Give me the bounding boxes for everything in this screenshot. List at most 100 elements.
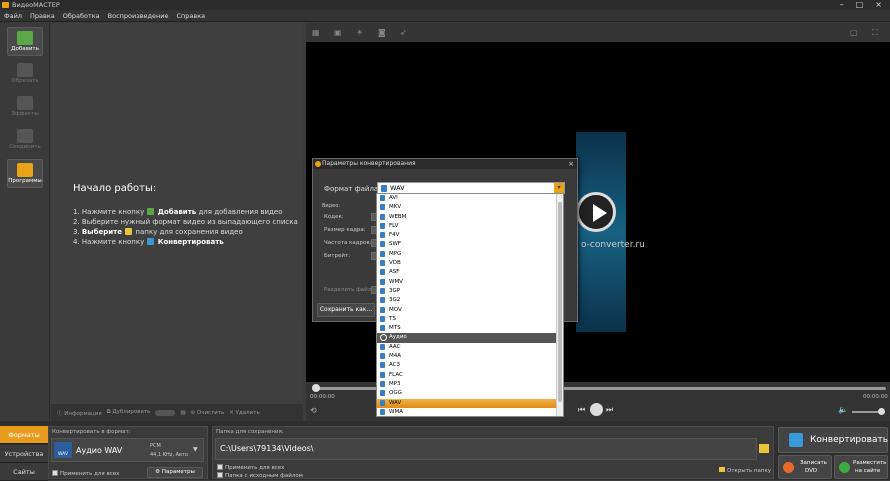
delete-button[interactable]: ✕ Удалить xyxy=(229,410,259,416)
apply-all-2-checkbox[interactable]: Применить для всех xyxy=(217,464,284,471)
dropdown-option[interactable]: WEBM xyxy=(377,213,557,222)
menu-help[interactable]: Справка xyxy=(176,10,205,21)
preview-glow xyxy=(576,132,626,332)
format-selector[interactable]: WAV Аудио WAV PCM 44,1 KHz, Авто ▼ xyxy=(51,438,204,462)
tab-sites[interactable]: Сайты xyxy=(0,463,48,481)
clear-button[interactable]: ⊘ Очистить xyxy=(191,410,225,416)
checkbox-icon xyxy=(217,472,223,478)
codec-details: 44,1 KHz, Авто xyxy=(150,452,188,458)
view-toggle[interactable] xyxy=(155,409,176,416)
dropdown-option[interactable]: OGG xyxy=(377,389,557,398)
menu-process[interactable]: Обработка xyxy=(63,10,100,21)
menu-file[interactable]: Файл xyxy=(4,10,22,21)
minimize-icon[interactable]: – xyxy=(840,0,844,10)
format-label: Формат файла: xyxy=(324,185,381,193)
sort-icon[interactable]: ▤ xyxy=(180,410,185,416)
checkbox-icon xyxy=(217,464,223,470)
convert-button[interactable]: Конвертировать xyxy=(778,427,888,453)
open-folder-link[interactable]: Открыть папку xyxy=(719,467,771,474)
dropdown-option[interactable]: VOB xyxy=(377,259,557,268)
watermark: o-converter.ru xyxy=(581,240,645,250)
dropdown-option[interactable]: FLAC xyxy=(377,371,557,380)
dropdown-option[interactable]: ASF xyxy=(377,268,557,277)
frame-rate-label: Частота кадров: xyxy=(324,240,372,246)
duplicate-button[interactable]: ⧉ Дублировать xyxy=(107,409,151,416)
dropdown-option[interactable]: MTS xyxy=(377,324,557,333)
chevron-down-icon[interactable]: ▼ xyxy=(193,446,198,453)
tab-devices[interactable]: Устройства xyxy=(0,445,48,463)
publish-button[interactable]: Разместить на сайте xyxy=(834,455,888,479)
fullscreen-icon[interactable]: ⛶ xyxy=(872,28,878,38)
programs-button[interactable]: Программы xyxy=(7,159,43,188)
dropdown-option[interactable]: M4A xyxy=(377,352,557,361)
filmstrip-icon[interactable]: ▦ xyxy=(312,28,320,37)
save-path-field[interactable]: C:\Users\79134\Videos\ xyxy=(215,438,757,460)
loop-icon[interactable]: ⟲ xyxy=(310,406,317,415)
apply-all-checkbox[interactable]: Применить для всех xyxy=(52,470,119,477)
chevron-down-icon[interactable]: ▾ xyxy=(554,183,564,193)
effects-icon xyxy=(17,96,33,110)
dropdown-option[interactable]: FLV xyxy=(377,222,557,231)
step-4: 4. Нажмите кнопку Конвертировать xyxy=(73,238,224,246)
time-end: 00:00:00 xyxy=(863,394,888,400)
burn-dvd-button[interactable]: Записать DVD xyxy=(778,455,832,479)
dropdown-option[interactable]: AAC xyxy=(377,343,557,352)
tab-formats[interactable]: Форматы xyxy=(0,426,48,444)
dropdown-scrollbar[interactable] xyxy=(556,194,563,416)
close-icon[interactable]: × xyxy=(568,159,574,169)
folder-icon xyxy=(125,228,133,235)
format-panel: Конвертировать в формат: WAV Аудио WAV P… xyxy=(48,426,208,479)
prev-frame-icon[interactable]: ⏮ xyxy=(578,405,585,415)
volume-knob[interactable] xyxy=(878,408,885,415)
params-button[interactable]: ⚙ Параметры xyxy=(147,467,203,478)
dropdown-option[interactable]: 3G2 xyxy=(377,296,557,305)
info-button[interactable]: ⓘ Информация xyxy=(57,409,102,417)
codec-info: PCM xyxy=(150,443,161,449)
play-icon[interactable] xyxy=(576,192,616,232)
dropdown-option[interactable]: F4V xyxy=(377,231,557,240)
next-frame-icon[interactable]: ⏭ xyxy=(606,405,613,415)
source-folder-checkbox[interactable]: Папка с исходным файлом xyxy=(217,472,303,479)
effects-button[interactable]: Эффекты xyxy=(7,93,43,122)
dropdown-option[interactable]: MP3 xyxy=(377,380,557,389)
camera-icon[interactable]: ◙ xyxy=(378,28,386,37)
save-folder-label: Папка для сохранения: xyxy=(216,429,284,435)
window-title: ВидеоМАСТЕР xyxy=(12,1,60,9)
scroll-thumb[interactable] xyxy=(558,202,562,402)
add-button[interactable]: Добавить xyxy=(7,27,43,56)
play-button[interactable] xyxy=(590,403,603,416)
menu-edit[interactable]: Правка xyxy=(30,10,55,21)
dropdown-option[interactable]: SWF xyxy=(377,240,557,249)
dropdown-option[interactable]: WMA xyxy=(377,408,557,416)
volume-icon[interactable]: 🔈 xyxy=(838,405,848,414)
folder-icon xyxy=(719,467,725,472)
snapshot-icon[interactable]: ▢ xyxy=(850,28,858,37)
seek-knob[interactable] xyxy=(312,384,320,392)
menu-playback[interactable]: Воспроизведение xyxy=(108,10,169,21)
dropdown-option[interactable]: WMV xyxy=(377,278,557,287)
folder-icon[interactable] xyxy=(759,444,769,453)
dropdown-option[interactable]: TS xyxy=(377,315,557,324)
brightness-icon[interactable]: ☀ xyxy=(356,28,363,37)
maximize-icon[interactable]: □ xyxy=(856,0,864,10)
crop-icon[interactable]: ▣ xyxy=(334,28,342,37)
music-note-icon xyxy=(381,185,387,192)
dropdown-option[interactable]: AVI xyxy=(377,194,557,203)
speed-icon[interactable]: ➶ xyxy=(400,28,407,37)
join-button[interactable]: Соединить xyxy=(7,126,43,155)
dropdown-option[interactable]: MPG xyxy=(377,250,557,259)
workspace: Начало работы: 1. Нажмите кнопку Добавит… xyxy=(51,23,303,404)
save-as-button[interactable]: Сохранить как... xyxy=(317,303,375,317)
trim-button[interactable]: Обрезать xyxy=(7,60,43,89)
dropdown-option[interactable]: 3GP xyxy=(377,287,557,296)
dropdown-option[interactable]: MOV xyxy=(377,306,557,315)
step-3: 3. Выберите папку для сохранения видео xyxy=(73,228,243,236)
dropdown-option[interactable]: MKV xyxy=(377,203,557,212)
close-icon[interactable]: × xyxy=(875,0,882,10)
time-start: 00:00:00 xyxy=(310,394,335,400)
start-info: Начало работы: 1. Нажмите кнопку Добавит… xyxy=(73,183,298,247)
dropdown-option[interactable]: WAV xyxy=(377,398,557,408)
frame-size-label: Размер кадра: xyxy=(324,227,366,233)
title-bar: ВидеоМАСТЕР – □ × xyxy=(0,0,890,10)
dropdown-option[interactable]: AC3 xyxy=(377,361,557,370)
